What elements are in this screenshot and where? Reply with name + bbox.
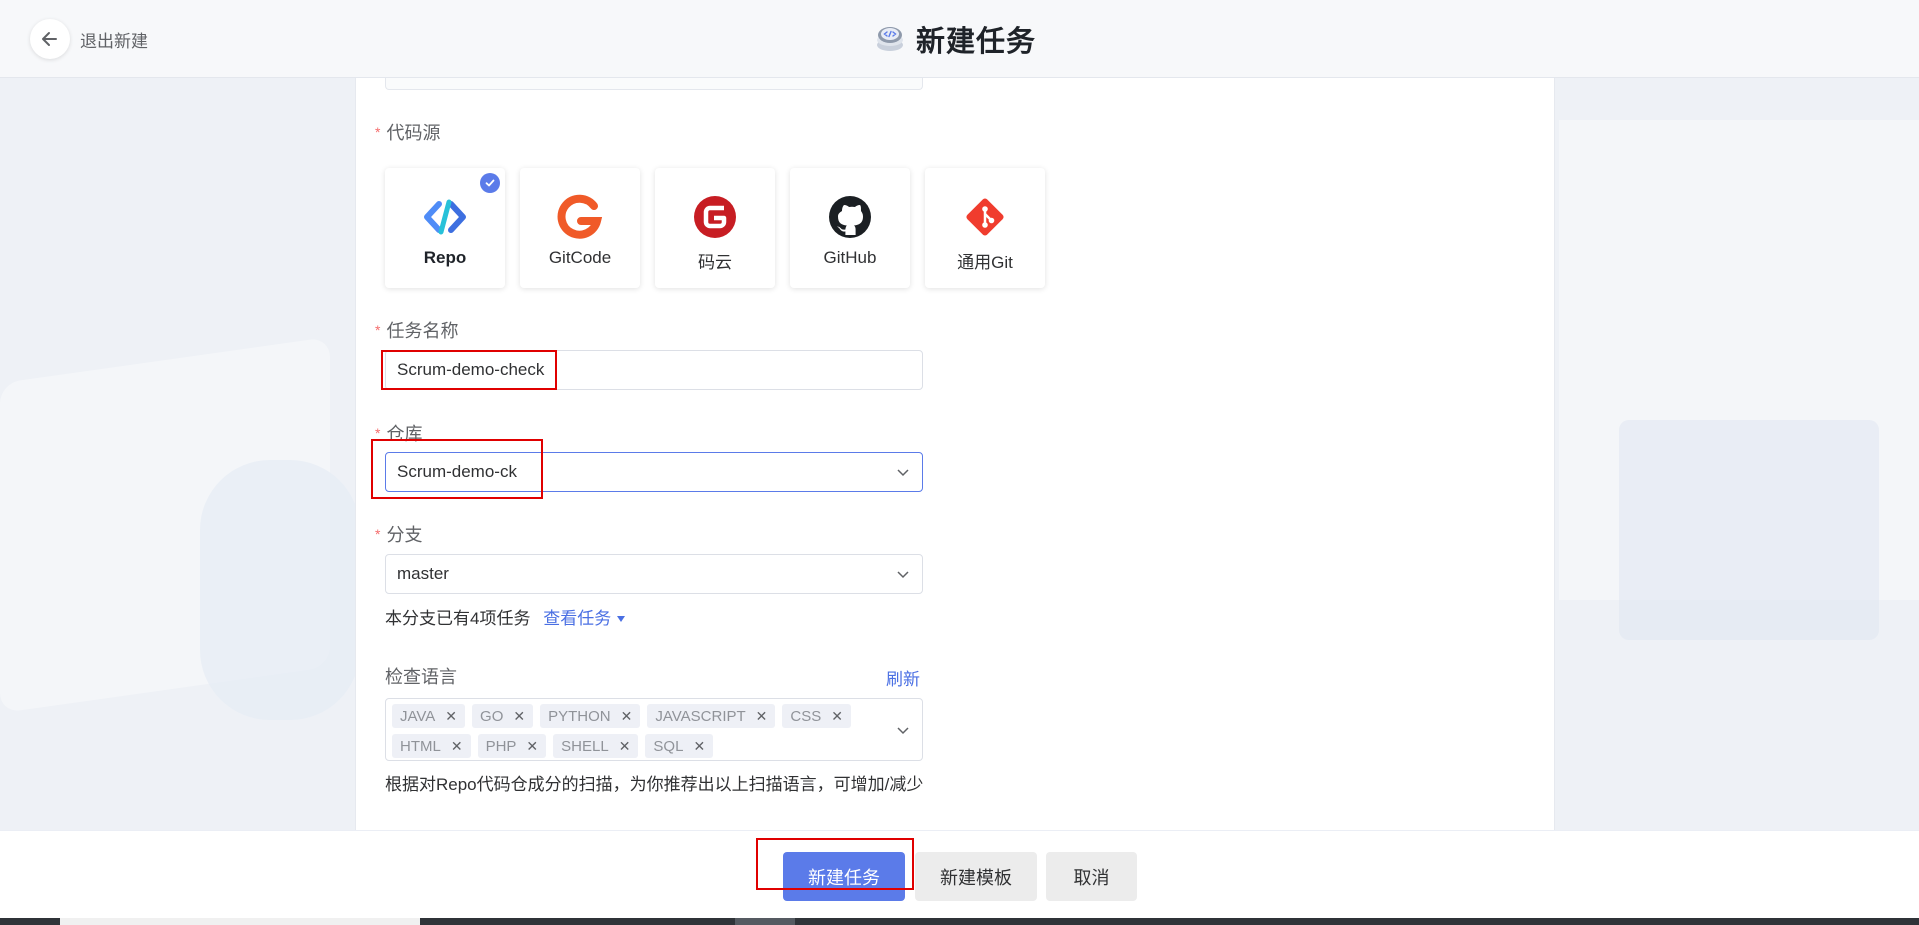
title-group: 新建任务 (874, 18, 1036, 60)
source-name: 通用Git (957, 253, 1013, 272)
language-select[interactable]: JAVA ✕ GO ✕ PYTHON ✕ JAVASCRIPT ✕ CSS ✕ HTML ✕… (385, 698, 923, 761)
language-tag: CSS ✕ (782, 704, 851, 728)
source-label: * 代码源 (375, 123, 441, 143)
branch-hint: 本分支已有4项任务 查看任务 (385, 604, 626, 629)
source-name: Repo (423, 248, 467, 267)
close-icon[interactable]: ✕ (619, 738, 631, 755)
repo-icon (424, 199, 466, 235)
language-tag: PHP ✕ (477, 734, 547, 758)
back-label[interactable]: 退出新建 (80, 27, 148, 52)
gitcode-icon (557, 194, 603, 239)
language-hint: 根据对Repo代码仓成分的扫描，为你推荐出以上扫描语言，可增加/减少 (385, 775, 924, 794)
source-name: GitHub (823, 248, 877, 267)
language-tag: HTML ✕ (392, 734, 471, 758)
github-icon (829, 196, 871, 238)
language-tag: JAVASCRIPT ✕ (647, 704, 776, 728)
check-icon (480, 173, 500, 193)
refresh-link[interactable]: 刷新 (886, 665, 920, 690)
required-mark: * (375, 124, 381, 140)
source-card-gitcode[interactable]: GitCode (520, 168, 640, 288)
branch-select[interactable]: master (385, 554, 923, 594)
caret-down-icon (617, 616, 626, 622)
repo-value: Scrum-demo-ck (397, 462, 517, 481)
create-task-button[interactable]: 新建任务 (783, 852, 905, 901)
back-button[interactable] (30, 19, 70, 59)
task-name-value: Scrum-demo-check (397, 360, 545, 379)
language-tag: SQL ✕ (645, 734, 714, 758)
repo-label: * 仓库 (375, 424, 423, 444)
close-icon[interactable]: ✕ (693, 738, 705, 755)
view-tasks-link[interactable]: 查看任务 (543, 609, 626, 628)
source-list: Repo GitCode 码云 GitHub 通用Git (385, 168, 1045, 288)
background-shape (1619, 420, 1879, 640)
required-mark: * (375, 425, 381, 441)
language-tag: PYTHON ✕ (540, 704, 641, 728)
taskbar-item[interactable] (60, 918, 420, 925)
source-card-github[interactable]: GitHub (790, 168, 910, 288)
language-tag: JAVA ✕ (392, 704, 466, 728)
taskbar-item[interactable] (735, 918, 795, 925)
branch-label: * 分支 (375, 525, 423, 545)
language-tag: GO ✕ (472, 704, 534, 728)
page-title: 新建任务 (916, 26, 1037, 58)
chevron-down-icon (897, 571, 909, 579)
top-header: 退出新建 新建任务 (0, 0, 1919, 78)
create-template-button[interactable]: 新建模板 (915, 852, 1037, 901)
required-mark: * (375, 526, 381, 542)
footer-bar: 新建任务 新建模板 取消 (0, 830, 1919, 918)
language-tags: JAVA ✕ GO ✕ PYTHON ✕ JAVASCRIPT ✕ CSS ✕ HTML ✕… (392, 704, 872, 758)
required-mark: * (375, 322, 381, 338)
language-label: 检查语言 (385, 667, 457, 687)
language-tag: SHELL ✕ (553, 734, 639, 758)
task-name-input[interactable]: Scrum-demo-check (385, 350, 923, 390)
source-name: 码云 (698, 253, 732, 272)
taskbar (0, 918, 1919, 925)
chevron-down-icon (897, 727, 909, 735)
gitee-icon (694, 196, 736, 238)
close-icon[interactable]: ✕ (756, 708, 768, 725)
branch-value: master (397, 564, 449, 583)
close-icon[interactable]: ✕ (831, 708, 843, 725)
source-card-gitee[interactable]: 码云 (655, 168, 775, 288)
arrow-left-icon (42, 32, 57, 46)
branch-hint-text: 本分支已有4项任务 (385, 609, 531, 628)
code-task-icon (877, 27, 903, 51)
close-icon[interactable]: ✕ (513, 708, 525, 725)
source-card-git[interactable]: 通用Git (925, 168, 1045, 288)
task-name-label: * 任务名称 (375, 321, 459, 341)
source-name: GitCode (548, 248, 612, 267)
cancel-button[interactable]: 取消 (1046, 852, 1137, 901)
repo-select[interactable]: Scrum-demo-ck (385, 452, 923, 492)
close-icon[interactable]: ✕ (526, 738, 538, 755)
background-shape (200, 460, 360, 720)
source-card-repo[interactable]: Repo (385, 168, 505, 288)
close-icon[interactable]: ✕ (445, 708, 457, 725)
close-icon[interactable]: ✕ (621, 708, 633, 725)
close-icon[interactable]: ✕ (451, 738, 463, 755)
git-icon (966, 198, 1004, 236)
chevron-down-icon (897, 469, 909, 477)
